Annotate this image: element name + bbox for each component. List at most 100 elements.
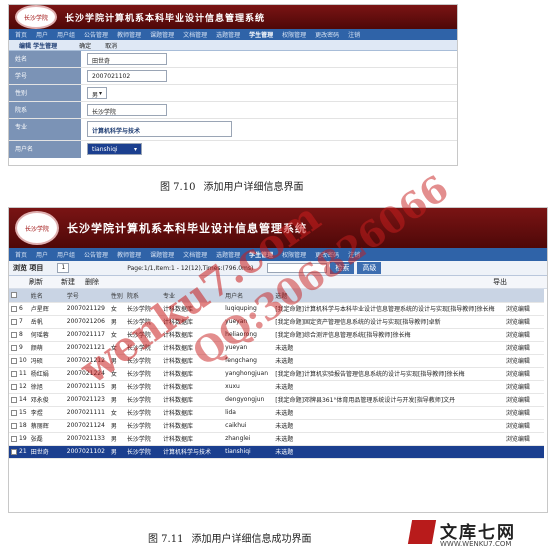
cell-actions[interactable]: 浏览编辑 <box>503 380 544 394</box>
cell-actions[interactable]: 浏览编辑 <box>503 328 544 342</box>
footer-logo-icon <box>407 520 437 544</box>
nav-item[interactable]: 课题管理 <box>150 30 174 39</box>
nav-item[interactable]: 选题管理 <box>216 30 240 39</box>
nav-item[interactable]: 教师管理 <box>117 30 141 39</box>
cell-major: 计科数据库 <box>161 393 224 407</box>
nav-item[interactable]: 文档管理 <box>183 250 207 259</box>
cell-sex: 男 <box>108 432 125 446</box>
row-checkbox: 9 <box>9 341 29 355</box>
nav-item[interactable]: 首页 <box>15 250 27 259</box>
nav-item[interactable]: 公告管理 <box>84 30 108 39</box>
confirm-button[interactable]: 确定 <box>79 41 91 50</box>
row-select-checkbox[interactable] <box>11 396 17 403</box>
cell-name: 蔡丽辉 <box>28 419 65 433</box>
row-select-checkbox[interactable] <box>11 331 17 338</box>
cell-actions[interactable]: 浏览编辑 <box>503 432 544 446</box>
chevron-down-icon: ▾ <box>133 146 137 153</box>
row-select-checkbox[interactable] <box>11 383 17 390</box>
table-row[interactable]: 15 李煜 2007021111 女长沙学院 计科数据库 lida 未选题 浏览编辑 <box>9 406 544 420</box>
col-name[interactable]: 姓名 <box>28 289 65 303</box>
nav-item[interactable]: 教师管理 <box>117 250 141 259</box>
cell-actions[interactable]: 浏览编辑 <box>503 367 544 381</box>
cell-name: 岳帆 <box>28 315 65 329</box>
row-select-checkbox[interactable] <box>11 435 17 442</box>
nav-item[interactable]: 首页 <box>15 30 27 39</box>
cell-name: 田世奇 <box>28 445 65 459</box>
cell-actions[interactable]: 浏览编辑 <box>503 406 544 420</box>
college-logo: 长沙学院 <box>15 5 57 29</box>
row-select-checkbox[interactable] <box>11 344 17 351</box>
student-id-field[interactable]: 2007021102 <box>87 70 167 82</box>
table-row[interactable]: 21 田世奇 2007021102 男长沙学院 计算机科学与技术 tianshiqi 未选题 <box>9 445 544 459</box>
sex-select[interactable]: 男 ▾ <box>87 87 107 99</box>
new-button[interactable]: 新建 <box>61 277 75 287</box>
footer-logo: 文库七网 WWW.WENKU7.COM <box>407 518 550 552</box>
select-all-checkbox[interactable] <box>11 292 17 299</box>
cell-actions[interactable]: 浏览编辑 <box>503 315 544 329</box>
delete-button[interactable]: 删除 <box>85 277 99 287</box>
row-checkbox: 19 <box>9 432 29 446</box>
nav-item[interactable]: 权限管理 <box>282 30 306 39</box>
form-row-dept: 院系 长沙学院 <box>9 102 457 119</box>
dept-field[interactable]: 长沙学院 <box>87 104 167 116</box>
col-sex[interactable]: 性别 <box>108 289 125 303</box>
table-row[interactable]: 8 何瑶蓉 2007021117 女长沙学院 计科数据库 heliaorong [我定命题]… <box>9 328 544 342</box>
nav-item[interactable]: 用户组 <box>57 250 75 259</box>
cell-actions[interactable]: 浏览编辑 <box>503 393 544 407</box>
cell-actions[interactable]: 浏览编辑 <box>503 419 544 433</box>
cell-actions[interactable]: 浏览编辑 <box>503 302 544 316</box>
row-select-checkbox[interactable] <box>11 422 17 429</box>
tab-edit-student[interactable]: 编辑 学生管理 <box>19 41 57 50</box>
nav-item[interactable]: 学生管理 <box>249 30 273 39</box>
cell-actions[interactable]: 浏览编辑 <box>503 354 544 368</box>
table-row[interactable]: 18 蔡丽辉 2007021124 男长沙学院 计科数据库 caikhui 未选题 浏览编辑 <box>9 419 544 433</box>
nav-item[interactable]: 用户组 <box>57 30 75 39</box>
username-select[interactable]: tianshiqi ▾ <box>87 143 142 155</box>
export-button[interactable]: 导出 <box>493 277 507 287</box>
row-checkbox: 21 <box>9 445 29 459</box>
cell-major: 计科数据库 <box>161 419 224 433</box>
cell-topic: 未选题 <box>273 419 504 433</box>
nav-item[interactable]: 文档管理 <box>183 30 207 39</box>
cell-actions[interactable] <box>503 445 544 459</box>
cell-name: 杨红娟 <box>28 367 65 381</box>
cell-sex: 女 <box>108 302 125 316</box>
cancel-button[interactable]: 取消 <box>105 41 117 50</box>
cell-topic: 未选题 <box>273 406 504 420</box>
edit-toolbar: 编辑 学生管理 确定 取消 <box>9 40 457 51</box>
table-row[interactable]: 19 张磊 2007021133 男长沙学院 计科数据库 zhanglei 未选题 浏览编辑 <box>9 432 544 446</box>
cell-actions[interactable]: 浏览编辑 <box>503 341 544 355</box>
table-row[interactable]: 14 邓永俊 2007021123 男长沙学院 计科数据库 dengyongjun [我定命… <box>9 393 544 407</box>
row-checkbox: 10 <box>9 354 29 368</box>
row-select-checkbox[interactable] <box>11 318 17 325</box>
cell-topic: [我定命题]固定资产管理信息系统的设计与实现[指导教师]卓新 <box>273 315 504 329</box>
figure-caption: 添加用户详细信息界面 <box>203 182 304 193</box>
name-field[interactable]: 田世奇 <box>87 53 167 65</box>
nav-item[interactable]: 用户 <box>36 250 48 259</box>
form-row-sex: 性别 男 ▾ <box>9 85 457 102</box>
refresh-button[interactable]: 刷新 <box>29 277 43 287</box>
cell-sex: 男 <box>108 445 125 459</box>
row-select-checkbox[interactable] <box>11 305 17 312</box>
cell-dept: 长沙学院 <box>124 419 161 433</box>
nav-item[interactable]: 注销 <box>348 30 360 39</box>
nav-item[interactable]: 用户 <box>36 30 48 39</box>
major-field[interactable]: 计算机科学与技术 <box>87 121 232 137</box>
cell-topic: 未选题 <box>273 354 504 368</box>
nav-item[interactable]: 公告管理 <box>84 250 108 259</box>
nav-item[interactable]: 更改密码 <box>315 30 339 39</box>
form-row-username: 用户名 tianshiqi ▾ <box>9 141 457 158</box>
cell-topic: 未选题 <box>273 432 504 446</box>
row-select-checkbox[interactable] <box>11 357 17 364</box>
row-select-checkbox[interactable] <box>11 370 17 377</box>
nav-item[interactable]: 课题管理 <box>150 250 174 259</box>
col-student-id[interactable]: 学号 <box>64 289 109 303</box>
figure-7-10-caption: 图 7.10 添加用户详细信息界面 <box>160 178 303 193</box>
row-select-checkbox[interactable] <box>11 409 17 416</box>
page-number-box[interactable]: 1 <box>57 263 70 273</box>
cell-topic: 未选题 <box>273 341 504 355</box>
row-select-checkbox[interactable] <box>11 448 17 455</box>
table-row[interactable]: 12 徐旭 2007021115 男长沙学院 计科数据库 xuxu 未选题 浏览编辑 <box>9 380 544 394</box>
college-logo: 长沙学院 <box>15 211 59 245</box>
figure-7-10-screenshot: 长沙学院 长沙学院计算机系本科毕业设计信息管理系统 首页 用户 用户组 公告管理 教师管… <box>8 4 458 166</box>
